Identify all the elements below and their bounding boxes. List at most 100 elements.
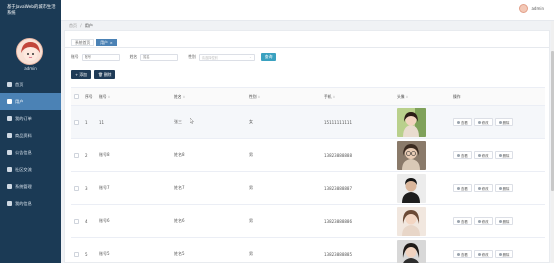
- view-button[interactable]: 查看: [453, 217, 472, 225]
- sidebar-item-label: 我的订单: [15, 115, 32, 121]
- cell-name: 姓名8: [174, 152, 185, 157]
- user-photo[interactable]: [397, 206, 426, 236]
- cell-phone: 13823888885: [324, 251, 352, 257]
- sidebar-item-community[interactable]: 社区交流: [0, 161, 61, 178]
- sidebar-item-orders[interactable]: 我的订单: [0, 110, 61, 127]
- view-button[interactable]: 查看: [453, 151, 472, 159]
- edit-icon: [477, 186, 481, 190]
- edit-button[interactable]: 修改: [473, 118, 493, 126]
- trash-icon: [498, 252, 502, 256]
- sort-icon[interactable]: ⇕: [406, 95, 409, 99]
- cell-gender: 男: [249, 152, 253, 157]
- op-label: 修改: [481, 186, 489, 191]
- query-button[interactable]: 查询: [260, 53, 277, 61]
- table-row[interactable]: 2 账号8 姓名8 男 13823888888 查看 修改 删除: [71, 139, 545, 172]
- header-gender[interactable]: 性别⇕: [249, 94, 324, 100]
- user-photo[interactable]: [397, 173, 426, 203]
- content-card: 系统首页 用户 × 账号 姓名 性别 请选择性别 ⌄ 查询 + 添加 🗑 删除 …: [64, 30, 550, 263]
- cell-phone: 13823888887: [324, 185, 352, 191]
- trash-icon: [498, 186, 502, 190]
- select-all-checkbox[interactable]: [74, 94, 79, 99]
- sidebar-item-profile[interactable]: 我的信息: [0, 195, 61, 212]
- delete-button[interactable]: 🗑 删除: [93, 70, 116, 79]
- view-icon: [457, 252, 460, 256]
- top-bar: admin: [61, 0, 554, 21]
- edit-button[interactable]: 修改: [473, 151, 493, 159]
- sidebar-item-system[interactable]: 系统管理: [0, 178, 61, 195]
- view-icon: [457, 219, 460, 223]
- sort-icon[interactable]: ⇕: [333, 95, 336, 99]
- user-photo[interactable]: [397, 107, 426, 137]
- account-input[interactable]: [81, 53, 120, 61]
- sidebar-item-label: 系统管理: [15, 183, 32, 189]
- row-checkbox[interactable]: [74, 119, 79, 125]
- sidebar-username: admin: [24, 66, 37, 71]
- user-photo[interactable]: [397, 239, 426, 263]
- name-label: 姓名: [129, 54, 138, 59]
- op-label: 查看: [461, 252, 468, 257]
- sort-icon[interactable]: ⇕: [108, 95, 111, 99]
- sidebar-menu: 首页 用户 我的订单 商品资料 公告信息 社区交流 系统管理 我的信息: [0, 76, 61, 212]
- delete-row-button[interactable]: 删除: [494, 151, 514, 159]
- settings-icon: [7, 184, 12, 189]
- op-label: 修改: [481, 153, 489, 158]
- user-photo[interactable]: [397, 140, 426, 170]
- community-icon: [7, 167, 12, 172]
- sidebar-item-users[interactable]: 用户: [0, 93, 61, 110]
- app-title: 基于JavaWeb的城市生活系统: [7, 5, 56, 16]
- row-checkbox[interactable]: [74, 251, 79, 257]
- breadcrumb-home[interactable]: 首页: [69, 23, 77, 28]
- cell-gender: 男: [249, 218, 253, 223]
- add-button[interactable]: + 添加: [71, 70, 91, 79]
- cell-index: 1: [85, 119, 88, 125]
- action-bar: + 添加 🗑 删除: [71, 70, 118, 79]
- header-label: 账号: [99, 93, 107, 99]
- breadcrumb-separator: /: [80, 23, 82, 28]
- view-icon: [457, 120, 460, 124]
- tab-home[interactable]: 系统首页: [71, 39, 95, 46]
- header-label: 手机: [324, 93, 332, 99]
- header-label: 性别: [249, 93, 257, 99]
- header-account[interactable]: 账号⇕: [99, 94, 174, 100]
- delete-row-button[interactable]: 删除: [494, 217, 514, 225]
- sidebar-item-notices[interactable]: 公告信息: [0, 144, 61, 161]
- header-username: admin: [531, 6, 544, 11]
- op-label: 查看: [461, 120, 468, 125]
- row-checkbox[interactable]: [74, 218, 79, 224]
- table-row[interactable]: 4 账号6 姓名6 男 13823888886 查看 修改 删除: [71, 205, 545, 238]
- sidebar-item-label: 用户: [15, 98, 24, 104]
- sidebar-item-goods[interactable]: 商品资料: [0, 127, 61, 144]
- cell-account: 账号8: [99, 152, 110, 157]
- header-name[interactable]: 姓名⇕: [174, 94, 249, 100]
- op-label: 删除: [502, 153, 510, 158]
- view-button[interactable]: 查看: [453, 184, 472, 192]
- edit-button[interactable]: 修改: [473, 217, 493, 225]
- header-phone[interactable]: 手机⇕: [324, 94, 397, 100]
- delete-row-button[interactable]: 删除: [494, 184, 514, 192]
- edit-button[interactable]: 修改: [473, 250, 493, 258]
- gender-select[interactable]: 请选择性别 ⌄: [198, 53, 255, 61]
- row-checkbox[interactable]: [74, 152, 79, 158]
- delete-row-button[interactable]: 删除: [494, 250, 514, 258]
- op-label: 修改: [481, 252, 489, 257]
- name-input[interactable]: [140, 53, 179, 61]
- view-button[interactable]: 查看: [453, 250, 472, 258]
- sort-icon[interactable]: ⇕: [183, 95, 186, 99]
- edit-button[interactable]: 修改: [473, 184, 493, 192]
- table-row[interactable]: 5 账号5 姓名5 男 13823888885 查看 修改 删除: [71, 238, 545, 263]
- table-row[interactable]: 1 11 张三 女 15111111111 查看 修改 删除: [71, 106, 545, 139]
- cell-account: 账号5: [99, 251, 110, 256]
- header-avatar[interactable]: 头像⇕: [397, 94, 453, 100]
- sidebar-item-home[interactable]: 首页: [0, 76, 61, 93]
- row-checkbox[interactable]: [74, 185, 79, 191]
- delete-row-button[interactable]: 删除: [494, 118, 514, 126]
- table-body: 1 11 张三 女 15111111111 查看 修改 删除 2 账号8 姓名8…: [71, 106, 545, 263]
- tab-bar: 系统首页 用户 ×: [71, 39, 119, 46]
- header-user[interactable]: admin: [519, 4, 544, 13]
- table-row[interactable]: 3 账号7 姓名7 男 13823888887 查看 修改 删除: [71, 172, 545, 205]
- tab-users[interactable]: 用户 ×: [96, 39, 117, 46]
- view-button[interactable]: 查看: [453, 118, 472, 126]
- sidebar-item-label: 我的信息: [15, 200, 32, 206]
- close-icon[interactable]: ×: [110, 41, 113, 45]
- sort-icon[interactable]: ⇕: [258, 95, 261, 99]
